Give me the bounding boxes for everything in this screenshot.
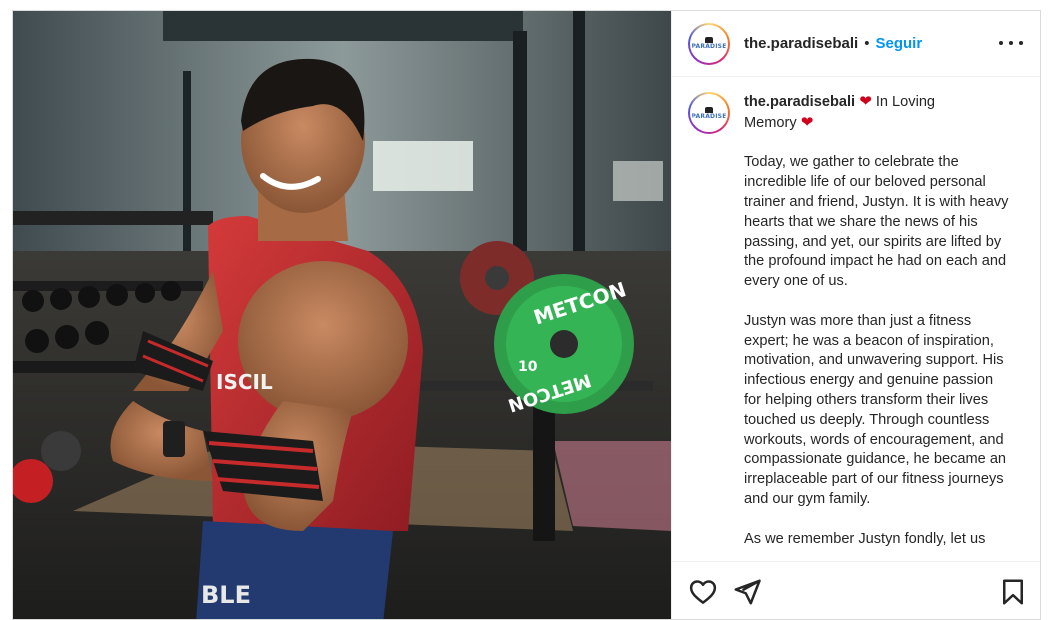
brand-logo-icon: PARADISE	[691, 106, 727, 120]
caption-heading-text: In Loving	[871, 94, 936, 110]
profile-avatar[interactable]: PARADISE	[688, 22, 730, 65]
instagram-post: METCON METCON 10 BLE ISCIL PARADISE the.…	[12, 10, 1041, 620]
red-heart-emoji-icon: ❤	[859, 93, 872, 110]
avatar-logo-text: PARADISE	[691, 43, 727, 50]
caption-comment: PARADISE the.paradisebali ❤ In Loving Me…	[688, 92, 1027, 549]
caption-heading-text-2: Memory	[744, 114, 797, 131]
bookmark-icon[interactable]	[998, 577, 1028, 607]
gym-photo-illustration: METCON METCON 10 BLE ISCIL	[13, 11, 671, 619]
heart-outline-icon[interactable]	[688, 577, 718, 607]
caption-avatar-logo-text: PARADISE	[691, 112, 727, 120]
shorts-print-text: BLE	[201, 581, 251, 609]
more-options-icon[interactable]	[999, 33, 1023, 53]
header-separator: •	[864, 35, 870, 52]
brand-logo-icon: PARADISE	[691, 37, 727, 50]
header-username-link[interactable]: the.paradisebali	[744, 35, 858, 52]
broken-heart-emoji-icon: ❤	[800, 113, 814, 131]
paper-plane-icon[interactable]	[732, 577, 762, 607]
caption-username-link[interactable]: the.paradisebali	[744, 94, 855, 110]
caption-paragraph-3: As we remember Justyn fondly, let us	[744, 530, 986, 547]
caption-text: the.paradisebali ❤ In Loving Memory ❤ To…	[744, 92, 1012, 549]
follow-button[interactable]: Seguir	[875, 35, 922, 52]
caption-fade	[672, 548, 1040, 560]
caption-avatar[interactable]: PARADISE	[688, 92, 730, 134]
caption-heading: the.paradisebali ❤ In Loving Memory ❤	[744, 92, 1012, 134]
post-side-panel: PARADISE the.paradisebali • Seguir PARAD…	[671, 11, 1040, 619]
shirt-print-text: ISCIL	[216, 370, 273, 394]
post-header: PARADISE the.paradisebali • Seguir	[672, 11, 1040, 77]
caption-scroll-area[interactable]: PARADISE the.paradisebali ❤ In Loving Me…	[672, 78, 1040, 560]
post-photo[interactable]: METCON METCON 10 BLE ISCIL	[13, 11, 671, 619]
caption-paragraph-1: Today, we gather to celebrate the incred…	[744, 154, 1009, 290]
plate-weight-text: 10	[518, 359, 538, 375]
action-bar	[672, 561, 1040, 619]
caption-paragraph-2: Justyn was more than just a fitness expe…	[744, 312, 1007, 507]
